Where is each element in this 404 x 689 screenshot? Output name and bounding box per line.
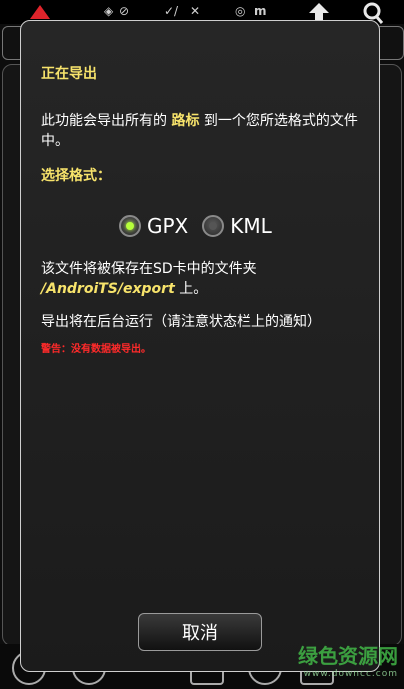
save-note-prefix: 该文件将被保存在SD卡中的文件夹: [41, 261, 257, 277]
format-gpx-label[interactable]: GPX: [147, 214, 188, 238]
upload-icon[interactable]: [308, 2, 330, 22]
app-logo-icon: [30, 5, 50, 19]
dialog-description: 此功能会导出所有的 路标 到一个您所选格式的文件中。: [41, 111, 361, 151]
unit-label: m: [254, 4, 267, 18]
gps-off-icon: ⊘: [119, 4, 130, 18]
satellite-off-icon: ✕: [190, 4, 201, 18]
check-icon: ✓/: [164, 4, 179, 18]
export-dialog: 正在导出 此功能会导出所有的 路标 到一个您所选格式的文件中。 选择格式： GP…: [20, 20, 380, 672]
waypoints-highlight: 路标: [171, 113, 200, 129]
warning-text: 警告：没有数据被导出。: [41, 344, 151, 355]
radio-unchecked-icon[interactable]: [202, 215, 225, 237]
gps-icon: ◈: [104, 4, 114, 18]
description-text: 此功能会导出所有的: [41, 113, 172, 129]
watermark-text: 绿色资源网: [298, 644, 398, 668]
save-location-note: 该文件将被保存在SD卡中的文件夹 /AndroiTS/export 上。: [41, 259, 361, 299]
format-kml-label[interactable]: KML: [230, 214, 272, 238]
watermark-url: www.downcc.com: [303, 669, 398, 679]
format-gpx-radio[interactable]: GPX: [119, 214, 188, 238]
radio-checked-icon[interactable]: [119, 215, 141, 237]
format-kml-radio[interactable]: KML: [202, 214, 272, 238]
cancel-button[interactable]: 取消: [138, 613, 262, 651]
save-note-suffix: 上。: [174, 281, 208, 297]
dialog-title: 正在导出: [41, 66, 97, 82]
format-label: 选择格式：: [41, 168, 111, 184]
format-radio-group: GPX KML: [119, 211, 286, 241]
target-icon: ◎: [235, 4, 246, 18]
watermark: 绿色资源网 www.downcc.com: [298, 640, 398, 679]
save-path: /AndroiTS/export: [41, 281, 175, 297]
background-run-note: 导出将在后台运行（请注意状态栏上的通知）: [41, 314, 321, 330]
